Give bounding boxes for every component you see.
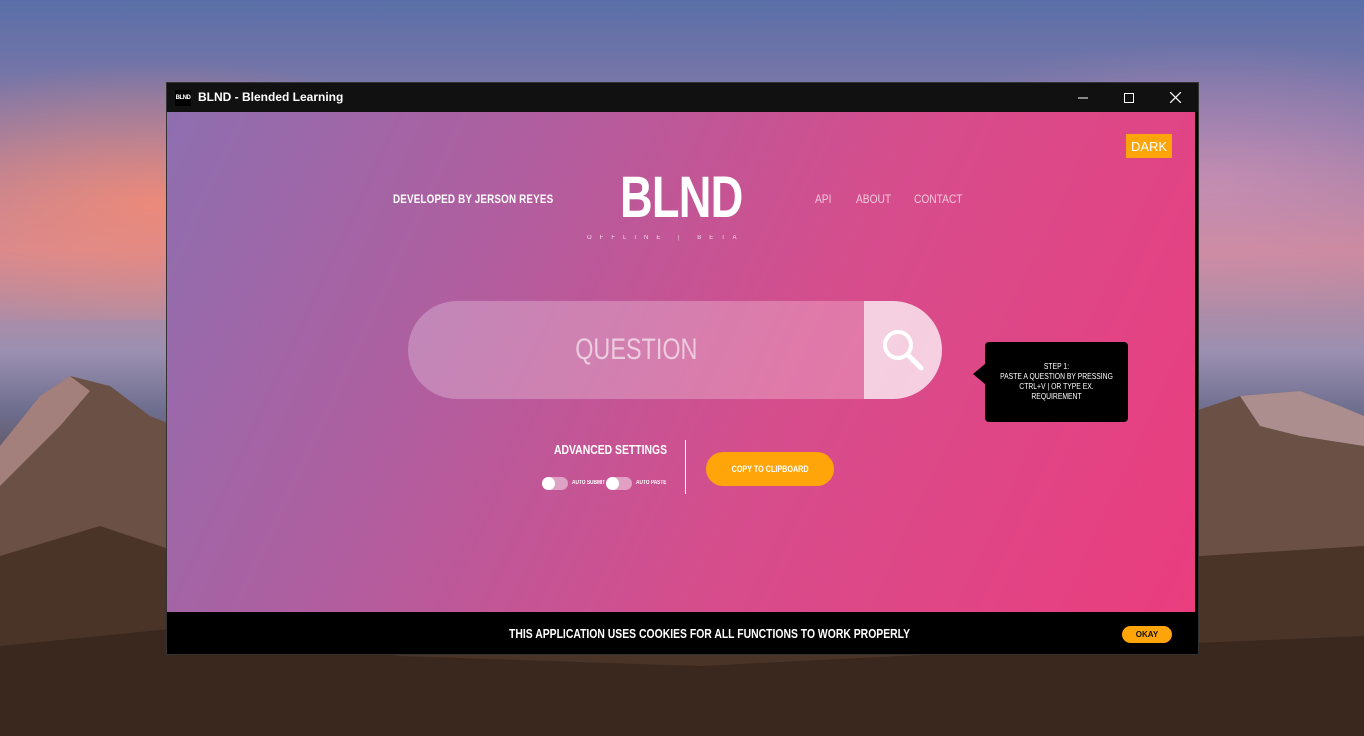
- tooltip-line: REQUIREMENT: [1031, 392, 1082, 401]
- app-content: DARK DEVELOPED BY JERSON REYES BLND OFFL…: [167, 112, 1195, 612]
- nav-about[interactable]: ABOUT: [856, 192, 891, 206]
- question-input[interactable]: QUESTION: [408, 301, 864, 399]
- minimize-icon: [1078, 97, 1088, 98]
- search-bar: QUESTION: [408, 301, 942, 399]
- minimize-button[interactable]: [1060, 83, 1106, 112]
- dark-mode-button[interactable]: DARK: [1126, 134, 1172, 158]
- auto-submit-toggle[interactable]: [542, 477, 568, 490]
- developer-credit: DEVELOPED BY JERSON REYES: [393, 192, 554, 206]
- logo-subtitle: OFFLINE | BETA: [587, 235, 745, 241]
- close-icon: [1169, 92, 1181, 103]
- search-icon: [883, 330, 924, 371]
- tooltip-line: STEP 1:: [1043, 362, 1070, 371]
- auto-submit-label: AUTO SUBMIT: [572, 480, 606, 486]
- advanced-settings-title: ADVANCED SETTINGS: [554, 442, 668, 457]
- app-icon: BLND: [175, 90, 191, 106]
- help-tooltip: STEP 1: PASTE A QUESTION BY PRESSING CTR…: [973, 342, 1128, 422]
- nav-api[interactable]: API: [815, 192, 831, 206]
- okay-button[interactable]: OKAY: [1122, 626, 1172, 643]
- app-window: BLND BLND - Blended Learning DARK DEVELO…: [167, 83, 1198, 654]
- nav-contact[interactable]: CONTACT: [914, 192, 963, 206]
- copy-button-label: COPY TO CLIPBOARD: [731, 464, 809, 474]
- tooltip-line: PASTE A QUESTION BY PRESSING: [1000, 372, 1113, 381]
- settings-divider: [685, 440, 686, 494]
- close-button[interactable]: [1152, 83, 1198, 112]
- app-logo: BLND: [620, 165, 743, 230]
- auto-paste-label: AUTO PASTE: [636, 480, 667, 486]
- toggle-knob: [542, 477, 555, 490]
- tooltip-line: CTRL+V | OR TYPE EX.: [1019, 382, 1094, 391]
- cookie-message: THIS APPLICATION USES COOKIES FOR ALL FU…: [509, 626, 911, 641]
- window-title: BLND - Blended Learning: [198, 90, 344, 104]
- copy-to-clipboard-button[interactable]: COPY TO CLIPBOARD: [706, 452, 834, 486]
- question-placeholder: QUESTION: [574, 333, 698, 366]
- auto-paste-toggle[interactable]: [606, 477, 632, 490]
- search-button[interactable]: [864, 301, 942, 399]
- title-bar[interactable]: BLND BLND - Blended Learning: [167, 83, 1198, 112]
- cookie-bar: THIS APPLICATION USES COOKIES FOR ALL FU…: [167, 612, 1198, 654]
- maximize-icon: [1124, 92, 1134, 103]
- toggle-knob: [606, 477, 619, 490]
- maximize-button[interactable]: [1106, 83, 1152, 112]
